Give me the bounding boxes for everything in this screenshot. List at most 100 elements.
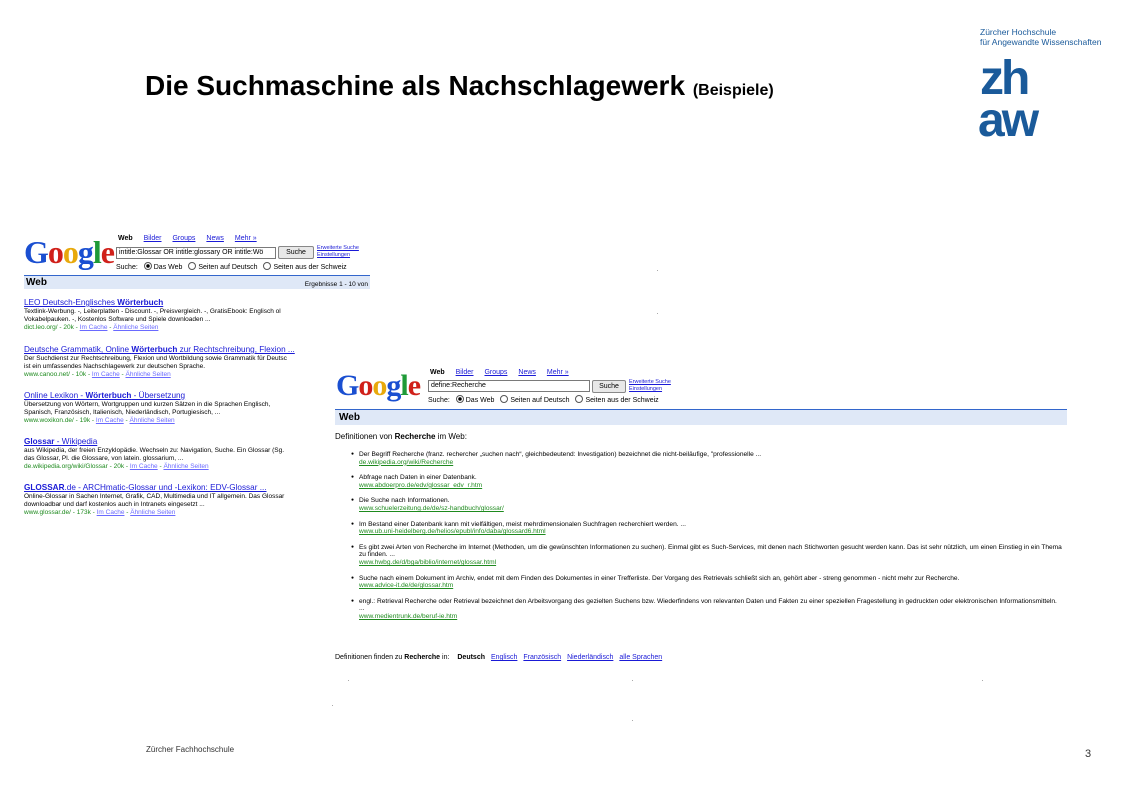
search-scope: Suche: Das Web Seiten auf Deutsch Seiten… [428, 395, 659, 404]
similar-pages-link[interactable]: Ähnliche Seiten [126, 371, 171, 378]
radio-web-label: Das Web [153, 264, 183, 271]
tab-bilder[interactable]: Bilder [144, 235, 162, 242]
definition-text: Im Bestand einer Datenbank kann mit viel… [359, 520, 686, 528]
definition-item: Abfrage nach Daten in einer Datenbank.ww… [351, 474, 1063, 489]
tab-mehr[interactable]: Mehr » [547, 369, 569, 376]
web-label: Web [339, 412, 360, 423]
result-snippet: Online-Glossar in Sachen Internet, Grafi… [24, 493, 285, 500]
definition-text: engl.: Retrieval Recherche oder Retrieva… [359, 597, 1057, 613]
web-label: Web [26, 277, 47, 288]
zhaw-logo-line1: Zürcher Hochschule [980, 27, 1057, 37]
result-snippet: Textlink-Werbung. -, Leiterplatten - Dis… [24, 308, 281, 315]
similar-pages-link[interactable]: Ähnliche Seiten [130, 417, 175, 424]
definition-item: Die Suche nach Informationen.www.schuele… [351, 497, 1063, 512]
web-results-bar: Web Ergebnisse 1 - 10 von [24, 275, 370, 289]
result-title-link[interactable]: Glossar - Wikipedia [24, 437, 369, 447]
artifact-dot [657, 270, 658, 271]
definition-source-link[interactable]: www.schuelerzeitung.de/de/sz-handbuch/gl… [359, 505, 1063, 513]
search-button[interactable]: Suche [592, 380, 626, 393]
artifact-dot [632, 720, 633, 721]
artifact-dot [982, 680, 983, 681]
advanced-search-link[interactable]: Erweiterte Suche [629, 379, 671, 386]
tab-groups[interactable]: Groups [172, 235, 195, 242]
search-tabs: Web Bilder Groups News Mehr » [430, 369, 578, 376]
artifact-dot [348, 680, 349, 681]
settings-link[interactable]: Einstellungen [629, 386, 671, 393]
advanced-links: Erweiterte Suche Einstellungen [317, 245, 359, 259]
cache-link[interactable]: Im Cache [96, 417, 124, 424]
cache-link[interactable]: Im Cache [97, 509, 125, 516]
radio-german-label: Seiten auf Deutsch [510, 397, 570, 404]
radio-swiss[interactable] [263, 262, 272, 270]
similar-pages-link[interactable]: Ähnliche Seiten [163, 463, 208, 470]
advanced-search-link[interactable]: Erweiterte Suche [317, 245, 359, 252]
result-snippet: Übersetzung von Wörtern, Wortgruppen und… [24, 401, 271, 408]
result-title-link[interactable]: GLOSSAR.de - ARCHmatic-Glossar und -Lexi… [24, 483, 369, 493]
tab-bilder[interactable]: Bilder [456, 369, 474, 376]
definition-source-link[interactable]: www.advice-it.de/de/glossar.htm [359, 582, 1063, 590]
lang-link-english[interactable]: Englisch [491, 654, 517, 661]
radio-swiss[interactable] [575, 395, 584, 403]
similar-pages-link[interactable]: Ähnliche Seiten [130, 509, 175, 516]
definition-text: Abfrage nach Daten in einer Datenbank. [359, 474, 477, 482]
tab-web[interactable]: Web [118, 235, 133, 242]
definition-source-link[interactable]: www.ub.uni-heidelberg.de/helios/epubl/in… [359, 528, 1063, 536]
radio-german[interactable] [500, 395, 509, 403]
google-search-screenshot-2: Google Web Bilder Groups News Mehr » def… [333, 366, 1067, 666]
tab-news[interactable]: News [206, 235, 224, 242]
lang-link-all[interactable]: alle Sprachen [619, 654, 662, 661]
search-button[interactable]: Suche [278, 246, 314, 259]
lang-link-french[interactable]: Französisch [523, 654, 561, 661]
cache-link[interactable]: Im Cache [130, 463, 158, 470]
advanced-links: Erweiterte Suche Einstellungen [629, 379, 671, 393]
definition-source-link[interactable]: www.medientrunk.de/beruf-ie.htm [359, 613, 1063, 621]
definitions-heading: Definitionen von Recherche im Web: [335, 432, 467, 441]
result-url: www.woxikon.de/ - 19k - Im Cache - Ähnli… [24, 416, 175, 424]
radio-web[interactable] [455, 395, 464, 403]
result-snippet: Spanisch, Französisch, Italienisch, Nied… [24, 408, 221, 416]
google-search-screenshot-1: Google Web Bilder Groups News Mehr » int… [22, 230, 370, 530]
search-result: GLOSSAR.de - ARCHmatic-Glossar und -Lexi… [24, 483, 369, 516]
cache-link[interactable]: Im Cache [80, 324, 108, 331]
result-snippet: ist ein umfassendes Nachschlagewerk zur … [24, 362, 206, 370]
result-url: www.glossar.de/ - 173k - Im Cache - Ähnl… [24, 508, 176, 516]
web-results-bar: Web [335, 409, 1067, 425]
definition-text: Suche nach einem Dokument im Archiv, end… [359, 574, 960, 582]
tab-mehr[interactable]: Mehr » [235, 235, 257, 242]
search-result: Deutsche Grammatik, Online Wörterbuch zu… [24, 345, 369, 378]
search-input[interactable]: define:Recherche [428, 380, 590, 392]
definition-source-link[interactable]: www.hwbg.de/d/bga/biblio/internet/glossa… [359, 559, 1063, 567]
radio-german[interactable] [188, 262, 197, 270]
result-snippet: Der Suchdienst zur Rechtschreibung, Flex… [24, 355, 287, 362]
lang-link-dutch[interactable]: Niederländisch [567, 654, 613, 661]
zhaw-logo-text: Zürcher Hochschule für Angewandte Wissen… [980, 27, 1101, 47]
slide-title-main: Die Suchmaschine als Nachschlagewerk [145, 70, 686, 101]
definition-text: Der Begriff Recherche (franz. rechercher… [359, 451, 762, 458]
tab-groups[interactable]: Groups [484, 369, 507, 376]
definition-source-link[interactable]: www.abdoerpro.de/edv/glossar_edv_r.htm [359, 482, 1063, 490]
google-logo: Google [336, 369, 421, 402]
similar-pages-link[interactable]: Ähnliche Seiten [113, 324, 158, 331]
radio-web[interactable] [143, 262, 152, 270]
tab-news[interactable]: News [518, 369, 536, 376]
radio-german-label: Seiten auf Deutsch [198, 264, 258, 271]
result-title-link[interactable]: Deutsche Grammatik, Online Wörterbuch zu… [24, 345, 369, 355]
search-input[interactable]: intitle:Glossar OR intitle:glossary OR i… [116, 247, 276, 259]
slide-title-suffix: (Beispiele) [692, 82, 774, 99]
tab-web[interactable]: Web [430, 369, 445, 376]
radio-web-label: Das Web [465, 397, 495, 404]
definition-item: Der Begriff Recherche (franz. rechercher… [351, 451, 1063, 466]
result-title-link[interactable]: LEO Deutsch-Englisches Wörterbuch [24, 298, 369, 308]
result-title-link[interactable]: Online Lexikon - Wörterbuch - Übersetzun… [24, 391, 369, 401]
artifact-dot [632, 680, 633, 681]
definition-source-link[interactable]: de.wikipedia.org/wiki/Recherche [359, 459, 1063, 467]
search-result: LEO Deutsch-Englisches Wörterbuch Textli… [24, 298, 369, 331]
footer-institution: Zürcher Fachhochschule [146, 745, 235, 754]
zhaw-logo-mark-bottom: aw [978, 94, 1040, 140]
google-logo: Google [24, 234, 115, 270]
settings-link[interactable]: Einstellungen [317, 252, 359, 259]
result-url: dict.leo.org/ - 20k - Im Cache - Ähnlich… [24, 323, 159, 331]
cache-link[interactable]: Im Cache [92, 371, 120, 378]
definition-item: Suche nach einem Dokument im Archiv, end… [351, 575, 1063, 590]
radio-swiss-label: Seiten aus der Schweiz [585, 397, 659, 404]
